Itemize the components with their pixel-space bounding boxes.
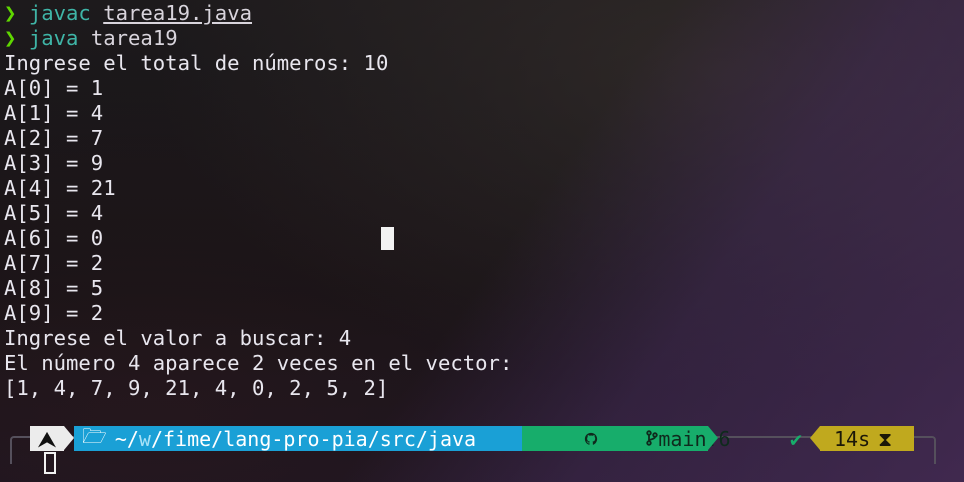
folder-icon: 🗁 [82, 423, 107, 448]
command-argument: tarea19 [90, 26, 178, 50]
output-line: Ingrese el total de números: 10 [4, 51, 389, 75]
output-line: A[7] = 2 [4, 251, 104, 275]
duration-segment: 14s ⧗ [820, 426, 914, 451]
command-line-2: ❯ java tarea19 [4, 26, 964, 51]
output-line: [1, 4, 7, 9, 21, 4, 0, 2, 5, 2] [4, 376, 389, 400]
path-abbrev: w [138, 426, 151, 451]
duration-value: 14s [834, 426, 871, 451]
os-segment-separator [64, 426, 74, 450]
prompt-chevron: ❯ [4, 26, 17, 50]
terminal-output: ❯ javac tarea19.java ❯ java tarea19 Ingr… [4, 1, 964, 401]
status-segment: ✔ [784, 426, 808, 451]
prompt-chevron: ❯ [4, 1, 17, 25]
git-segment-separator [708, 426, 718, 450]
output-line: El número 4 aparece 2 veces en el vector… [4, 351, 513, 375]
output-line: Ingrese el valor a buscar: 4 [4, 326, 352, 350]
hourglass-icon: ⧗ [878, 426, 893, 451]
mouse-text-cursor [381, 227, 394, 250]
output-line: A[0] = 1 [4, 76, 104, 100]
output-line: A[2] = 7 [4, 126, 104, 150]
output-line: A[3] = 9 [4, 151, 104, 175]
terminal-input-cursor[interactable] [44, 452, 56, 474]
command-line-1: ❯ javac tarea19.java [4, 1, 964, 26]
git-segment: main ⇡6 [522, 426, 731, 451]
output-line: A[6] = 0 [4, 226, 104, 250]
git-branch-icon [598, 403, 659, 475]
command-argument: tarea19.java [103, 1, 253, 25]
os-icon: ⮝ [38, 426, 56, 451]
branch-name: main [658, 426, 707, 451]
command-name: java [28, 26, 79, 50]
path-rest: /fime/lang-pro-pia/src/java [150, 426, 477, 451]
duration-segment-separator [810, 426, 820, 450]
directory-segment: 🗁 ~/w/fime/lang-pro-pia/src/java [74, 424, 526, 451]
output-line: A[1] = 4 [4, 101, 104, 125]
check-icon: ✔ [789, 426, 803, 451]
github-icon [536, 403, 598, 475]
command-name: javac [28, 1, 91, 25]
os-segment: ⮝ [30, 426, 64, 451]
output-line: A[8] = 5 [4, 276, 104, 300]
output-line: A[4] = 21 [4, 176, 116, 200]
path-prefix: ~/ [114, 426, 139, 451]
output-line: A[9] = 2 [4, 301, 104, 325]
output-line: A[5] = 4 [4, 201, 104, 225]
